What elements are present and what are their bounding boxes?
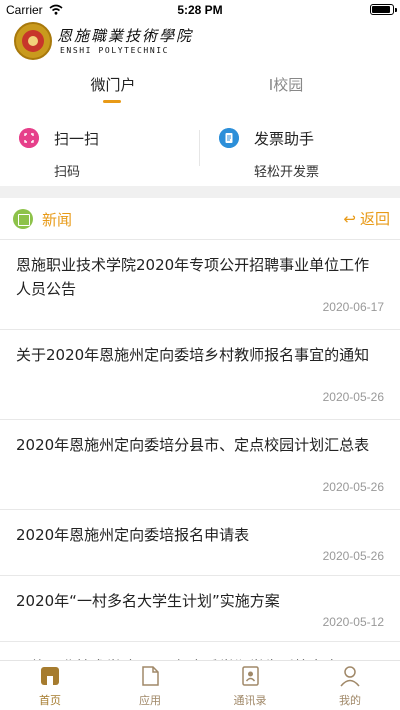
tabbar-contacts-label: 通讯录 bbox=[233, 694, 267, 707]
status-time: 5:28 PM bbox=[177, 3, 223, 17]
news-item-title: 2020年恩施州定向委培分县市、定点校园计划汇总表 bbox=[16, 436, 370, 454]
app-header: 恩施職業技術學院 ENSHI POLYTECHNIC bbox=[0, 20, 400, 64]
tabbar-apps-label: 应用 bbox=[139, 694, 161, 707]
tab-i-campus[interactable]: I校园 bbox=[186, 74, 386, 95]
apps-icon bbox=[142, 666, 159, 686]
list-item[interactable]: 2020年恩施州定向委培报名申请表 2020-05-26 bbox=[0, 510, 400, 576]
news-item-title: 恩施职业技术学院2020年专项公开招聘事业单位工作人员公告 bbox=[16, 256, 370, 298]
news-item-date: 2020-05-26 bbox=[322, 549, 384, 563]
logo-english-name: ENSHI POLYTECHNIC bbox=[60, 46, 170, 55]
battery-icon bbox=[370, 4, 397, 15]
tab-micro-portal[interactable]: 微门户 bbox=[13, 74, 213, 95]
scan-icon bbox=[19, 128, 39, 148]
invoice-title: 发票助手 bbox=[254, 130, 315, 148]
active-tab-indicator bbox=[103, 100, 121, 103]
bottom-tab-bar: 首页 应用 通讯录 我的 bbox=[0, 660, 400, 710]
tabbar-profile-label: 我的 bbox=[339, 694, 361, 707]
list-item[interactable]: 关于2020年恩施州定向委培乡村教师报名事宜的通知 2020-05-26 bbox=[0, 330, 400, 420]
invoice-subtitle: 轻松开发票 bbox=[254, 165, 320, 180]
news-item-title: 关于2020年恩施州定向委培乡村教师报名事宜的通知 bbox=[16, 346, 370, 364]
top-tabs: 微门户 I校园 bbox=[0, 64, 400, 110]
news-item-title: 2020年“一村多名大学生计划”实施方案 bbox=[16, 592, 280, 610]
news-icon bbox=[13, 209, 33, 229]
news-header: 新闻 ↩ 返回 bbox=[0, 198, 400, 240]
contacts-icon bbox=[242, 666, 259, 686]
invoice-icon bbox=[219, 128, 239, 148]
tabbar-home[interactable]: 首页 bbox=[0, 661, 100, 710]
news-section-title: 新闻 bbox=[42, 211, 73, 229]
tabbar-apps[interactable]: 应用 bbox=[100, 661, 200, 710]
section-separator bbox=[0, 186, 400, 198]
school-emblem-icon bbox=[14, 22, 52, 60]
list-item[interactable]: 2020年“一村多名大学生计划”实施方案 2020-05-12 bbox=[0, 576, 400, 642]
tabbar-profile[interactable]: 我的 bbox=[300, 661, 400, 710]
list-item[interactable]: 恩施职业技术学院2020年专项公开招聘事业单位工作人员公告 2020-06-17 bbox=[0, 240, 400, 330]
tabbar-home-label: 首页 bbox=[39, 694, 61, 707]
scan-title: 扫一扫 bbox=[54, 130, 100, 148]
news-item-title: 2020年恩施州定向委培报名申请表 bbox=[16, 526, 250, 544]
news-item-date: 2020-06-17 bbox=[322, 300, 384, 314]
status-bar: Carrier 5:28 PM bbox=[0, 0, 400, 20]
logo-chinese-name: 恩施職業技術學院 bbox=[57, 27, 194, 45]
news-item-date: 2020-05-26 bbox=[322, 390, 384, 404]
scan-subtitle: 扫码 bbox=[54, 165, 81, 180]
back-button[interactable]: ↩ 返回 bbox=[343, 208, 390, 229]
quick-actions: 扫一扫 扫码 发票助手 轻松开发票 bbox=[0, 116, 400, 186]
news-list: 恩施职业技术学院2020年专项公开招聘事业单位工作人员公告 2020-06-17… bbox=[0, 240, 400, 702]
home-icon bbox=[41, 667, 59, 685]
invoice-action[interactable]: 发票助手 轻松开发票 bbox=[200, 116, 400, 186]
back-label: 返回 bbox=[359, 210, 390, 228]
tabbar-contacts[interactable]: 通讯录 bbox=[200, 661, 300, 710]
back-arrow-icon: ↩ bbox=[343, 210, 356, 228]
news-item-date: 2020-05-26 bbox=[322, 480, 384, 494]
list-item[interactable]: 2020年恩施州定向委培分县市、定点校园计划汇总表 2020-05-26 bbox=[0, 420, 400, 510]
scan-action[interactable]: 扫一扫 扫码 bbox=[0, 116, 200, 186]
news-item-date: 2020-05-12 bbox=[322, 615, 384, 629]
profile-icon bbox=[340, 666, 360, 687]
